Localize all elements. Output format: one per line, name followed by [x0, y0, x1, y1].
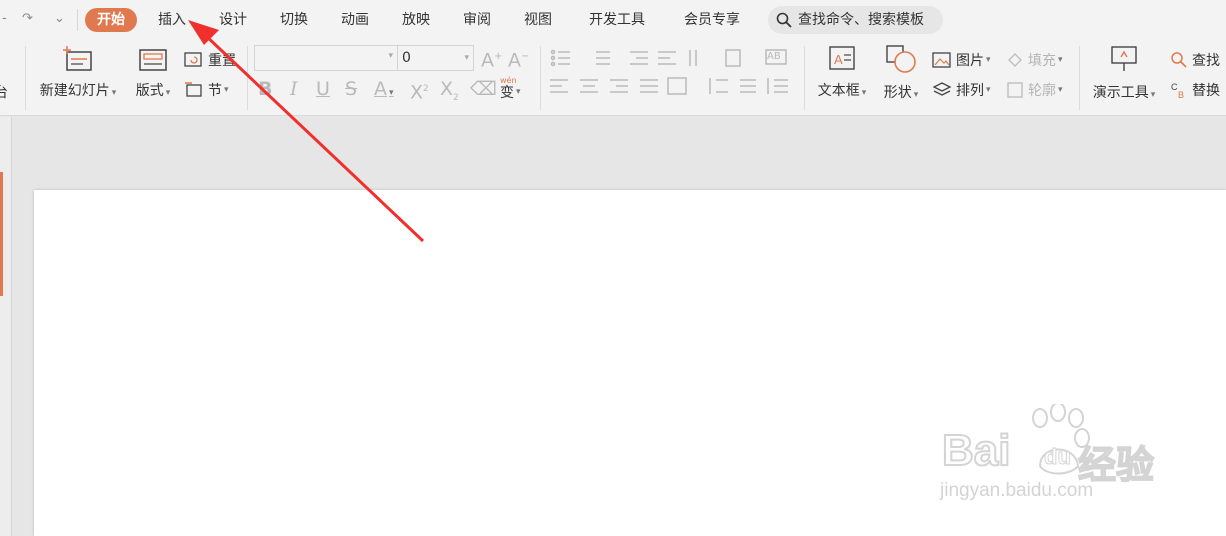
annotation-arrow-icon: [188, 20, 425, 243]
wps-presentation-window: - ↷ ⌄ 开始 插入 设计 切换 动画 放映 审阅 视图 开发工具 会员专享 …: [0, 0, 1226, 536]
